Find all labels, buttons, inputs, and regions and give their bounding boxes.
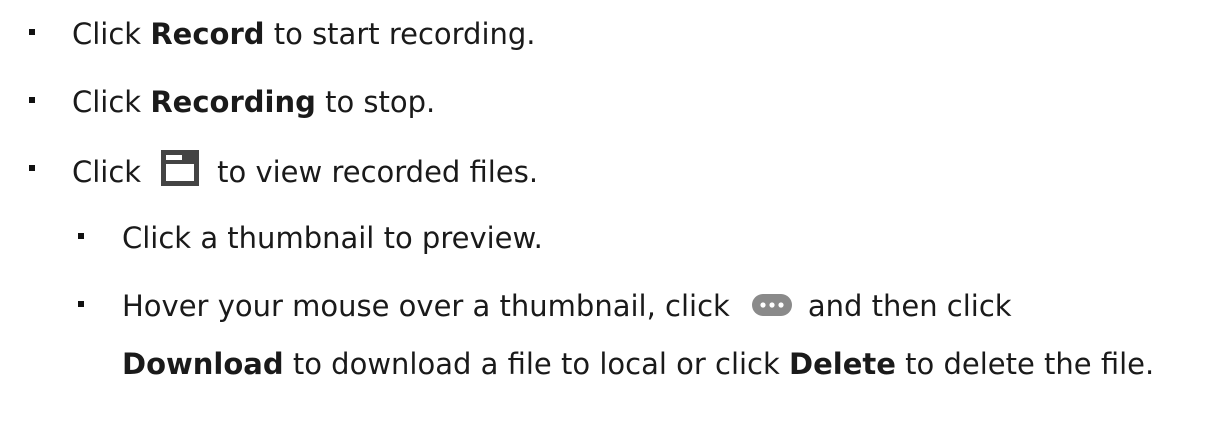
bullet-item-3 (29, 165, 35, 171)
list-item-recording: Click Recording to stop. (72, 84, 435, 120)
sub-item-hover-line2: Download to download a file to local or … (122, 346, 1154, 382)
item2-pre: Click (72, 85, 151, 119)
item3-pre: Click (72, 155, 142, 189)
sub2-end: to delete the file. (895, 347, 1155, 381)
record-label: Record (150, 17, 265, 51)
recording-label: Recording (150, 85, 316, 119)
sub-item-preview: Click a thumbnail to preview. (122, 220, 543, 256)
more-options-icon (751, 288, 792, 324)
sub2-pre: Hover your mouse over a thumbnail, click (122, 289, 730, 323)
sub2-post: and then click (807, 289, 1012, 323)
item1-post: to start recording. (264, 17, 536, 51)
sub-item-hover: Hover your mouse over a thumbnail, click… (122, 288, 1012, 324)
list-item-record: Click Record to start recording. (72, 16, 536, 52)
item1-pre: Click (72, 17, 151, 51)
item3-post: to view recorded files. (217, 155, 539, 189)
sub1-text: Click a thumbnail to preview. (122, 221, 543, 255)
list-item-view-files: Click to view recorded files. (72, 148, 538, 196)
folder-icon (161, 150, 200, 194)
bullet-sub-1 (78, 233, 84, 239)
bullet-sub-2 (78, 301, 84, 307)
bullet-item-1 (29, 29, 35, 35)
delete-label: Delete (789, 347, 896, 381)
item2-post: to stop. (315, 85, 436, 119)
download-label: Download (122, 347, 284, 381)
bullet-item-2 (29, 97, 35, 103)
sub2-mid: to download a file to local or click (283, 347, 790, 381)
